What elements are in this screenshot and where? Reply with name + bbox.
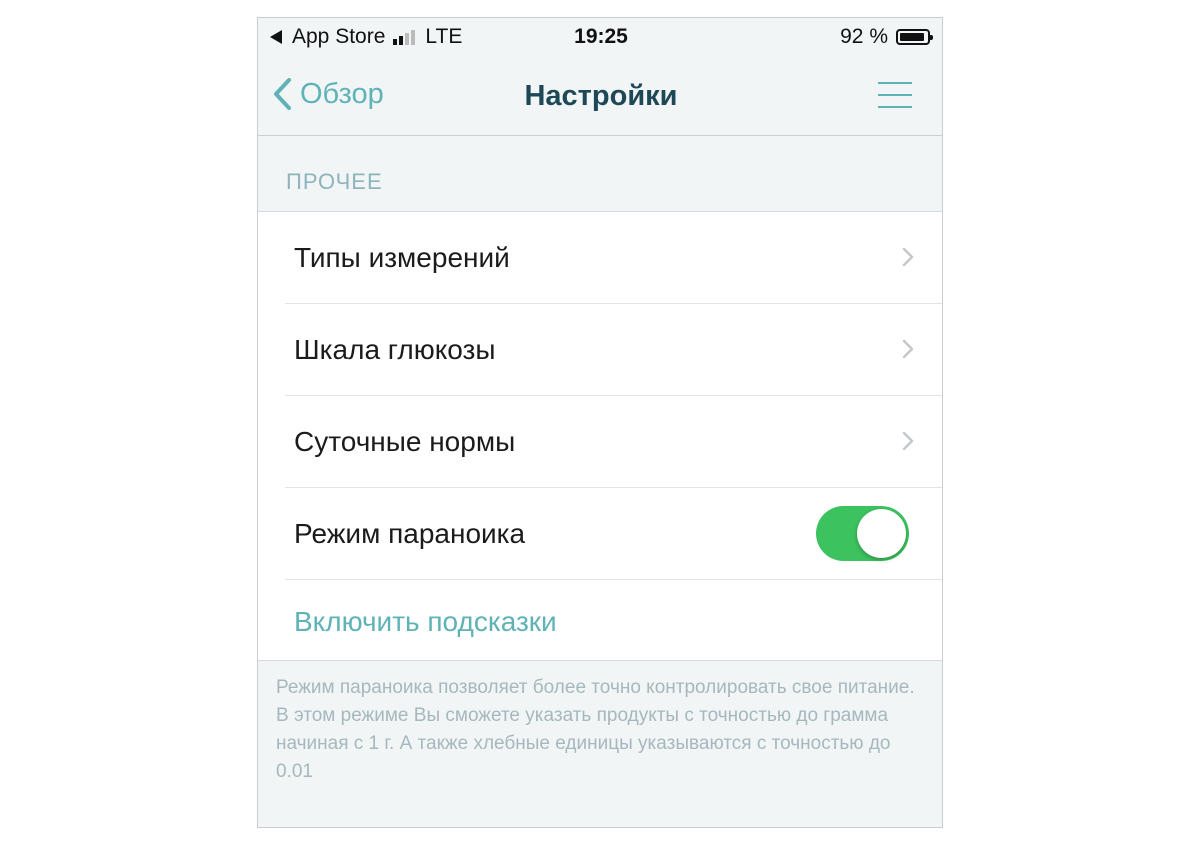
menu-icon[interactable] bbox=[878, 82, 912, 118]
list-item-glucose-scale[interactable]: Шкала глюкозы bbox=[285, 304, 942, 396]
battery-percent: 92 % bbox=[840, 25, 888, 48]
page-title: Настройки bbox=[524, 80, 678, 112]
list-item-label: Суточные нормы bbox=[294, 426, 516, 457]
paranoid-mode-toggle[interactable] bbox=[816, 506, 909, 561]
toggle-knob bbox=[857, 509, 906, 558]
section-header: ПРОЧЕЕ bbox=[286, 169, 383, 194]
status-bar: App Store LTE 19:25 92 % bbox=[258, 18, 942, 58]
list-item-daily-norms[interactable]: Суточные нормы bbox=[285, 396, 942, 488]
status-right: 92 % bbox=[840, 25, 933, 49]
enable-hints-button[interactable]: Включить подсказки bbox=[285, 580, 942, 660]
phone-screen: App Store LTE 19:25 92 % Обзор Настройки… bbox=[257, 17, 943, 828]
chevron-right-icon bbox=[902, 247, 914, 272]
battery-icon bbox=[896, 29, 933, 45]
enable-hints-label: Включить подсказки bbox=[294, 606, 557, 637]
list-item-label: Шкала глюкозы bbox=[294, 334, 496, 365]
nav-bar: Обзор Настройки bbox=[258, 58, 942, 136]
chevron-right-icon bbox=[902, 431, 914, 456]
chevron-right-icon bbox=[902, 339, 914, 364]
settings-list: Типы измерений Шкала глюкозы Суточные но… bbox=[258, 211, 942, 661]
list-item-label: Режим параноика bbox=[294, 518, 526, 549]
list-item-label: Типы измерений bbox=[294, 242, 510, 273]
list-item-measurement-types[interactable]: Типы измерений bbox=[285, 212, 942, 304]
list-item-paranoid-mode: Режим параноика bbox=[285, 488, 942, 580]
section-footer-note: Режим параноика позволяет более точно ко… bbox=[276, 677, 915, 782]
